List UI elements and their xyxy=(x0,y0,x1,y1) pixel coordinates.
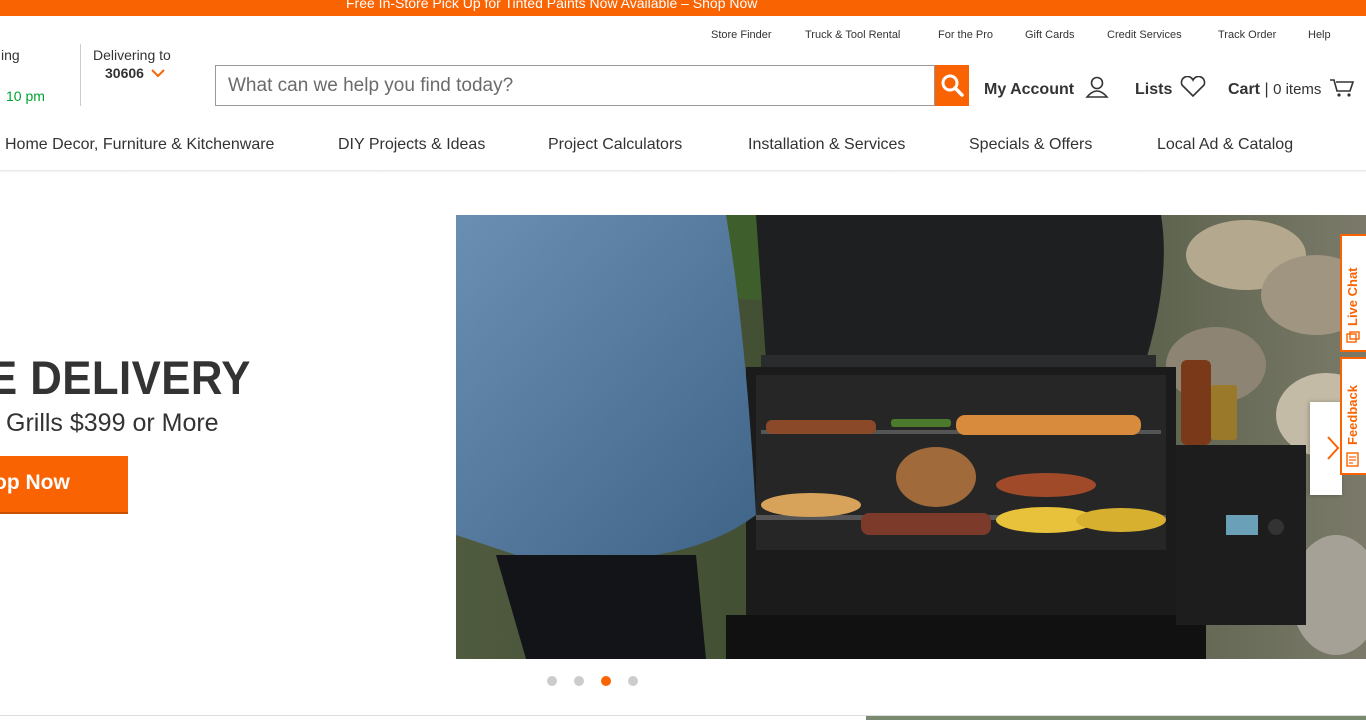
util-link-store-finder[interactable]: Store Finder xyxy=(711,29,772,41)
live-chat-tab[interactable]: Live Chat xyxy=(1340,234,1366,352)
cart-label: Cart xyxy=(1228,81,1261,98)
nav-project-calculators[interactable]: Project Calculators xyxy=(548,136,682,154)
nav-local-ad-catalog[interactable]: Local Ad & Catalog xyxy=(1157,136,1293,154)
my-account-label: My Account xyxy=(984,81,1075,98)
feedback-label: Feedback xyxy=(1345,385,1360,445)
cart-count: 0 items xyxy=(1273,81,1322,98)
nav-specials-offers[interactable]: Specials & Offers xyxy=(969,136,1092,154)
nav-home-decor[interactable]: Home Decor, Furniture & Kitchenware xyxy=(5,136,274,154)
promo-text[interactable]: Free In-Store Pick Up for Tinted Paints … xyxy=(346,0,757,11)
search-input[interactable] xyxy=(216,66,934,105)
delivery-zip: 30606 xyxy=(105,65,144,81)
carousel-dot-4[interactable] xyxy=(628,676,638,686)
my-account-button[interactable]: My Account xyxy=(984,76,1109,99)
carousel-dot-2[interactable] xyxy=(574,676,584,686)
search-icon xyxy=(941,74,964,97)
header-divider xyxy=(80,44,81,106)
cart-button[interactable]: Cart | 0 items xyxy=(1228,76,1356,99)
util-link-truck-tool-rental[interactable]: Truck & Tool Rental xyxy=(805,29,900,41)
shop-now-label: op Now xyxy=(0,471,70,494)
hero-image[interactable] xyxy=(456,215,1366,659)
util-link-credit-services[interactable]: Credit Services xyxy=(1107,29,1182,41)
lists-label: Lists xyxy=(1135,81,1173,98)
chevron-down-icon xyxy=(151,69,165,78)
chat-icon xyxy=(1346,331,1360,343)
store-status[interactable]: ing xyxy=(1,47,20,63)
hero-title: E DELIVERY xyxy=(0,351,251,404)
carousel-dot-1[interactable] xyxy=(547,676,557,686)
util-link-track-order[interactable]: Track Order xyxy=(1218,29,1276,41)
search-box xyxy=(215,65,935,106)
next-section-image[interactable] xyxy=(866,716,1366,720)
search-button[interactable] xyxy=(935,65,969,106)
carousel-dot-3[interactable] xyxy=(601,676,611,686)
util-link-for-the-pro[interactable]: For the Pro xyxy=(938,29,993,41)
delivery-zip-button[interactable]: 30606 xyxy=(105,65,165,81)
cart-icon xyxy=(1329,79,1354,97)
grill-illustration xyxy=(456,215,1366,659)
nav-divider xyxy=(0,170,1366,173)
shop-now-button[interactable]: op Now xyxy=(0,456,128,512)
promo-banner[interactable]: Free In-Store Pick Up for Tinted Paints … xyxy=(0,0,1366,16)
carousel-next-button[interactable] xyxy=(1310,402,1342,495)
live-chat-label: Live Chat xyxy=(1345,267,1360,326)
delivering-label: Delivering to xyxy=(93,47,171,63)
feedback-tab[interactable]: Feedback xyxy=(1340,357,1366,475)
store-hours: 10 pm xyxy=(6,88,45,104)
chevron-right-icon xyxy=(1327,436,1340,460)
nav-diy-projects[interactable]: DIY Projects & Ideas xyxy=(338,136,485,154)
heart-icon xyxy=(1180,75,1206,98)
feedback-icon xyxy=(1346,452,1359,467)
nav-installation-services[interactable]: Installation & Services xyxy=(748,136,905,154)
util-link-help[interactable]: Help xyxy=(1308,29,1331,41)
user-icon xyxy=(1084,76,1109,98)
util-link-gift-cards[interactable]: Gift Cards xyxy=(1025,29,1075,41)
lists-button[interactable]: Lists xyxy=(1135,75,1207,99)
hero-subtitle: Grills $399 or More xyxy=(6,409,219,437)
